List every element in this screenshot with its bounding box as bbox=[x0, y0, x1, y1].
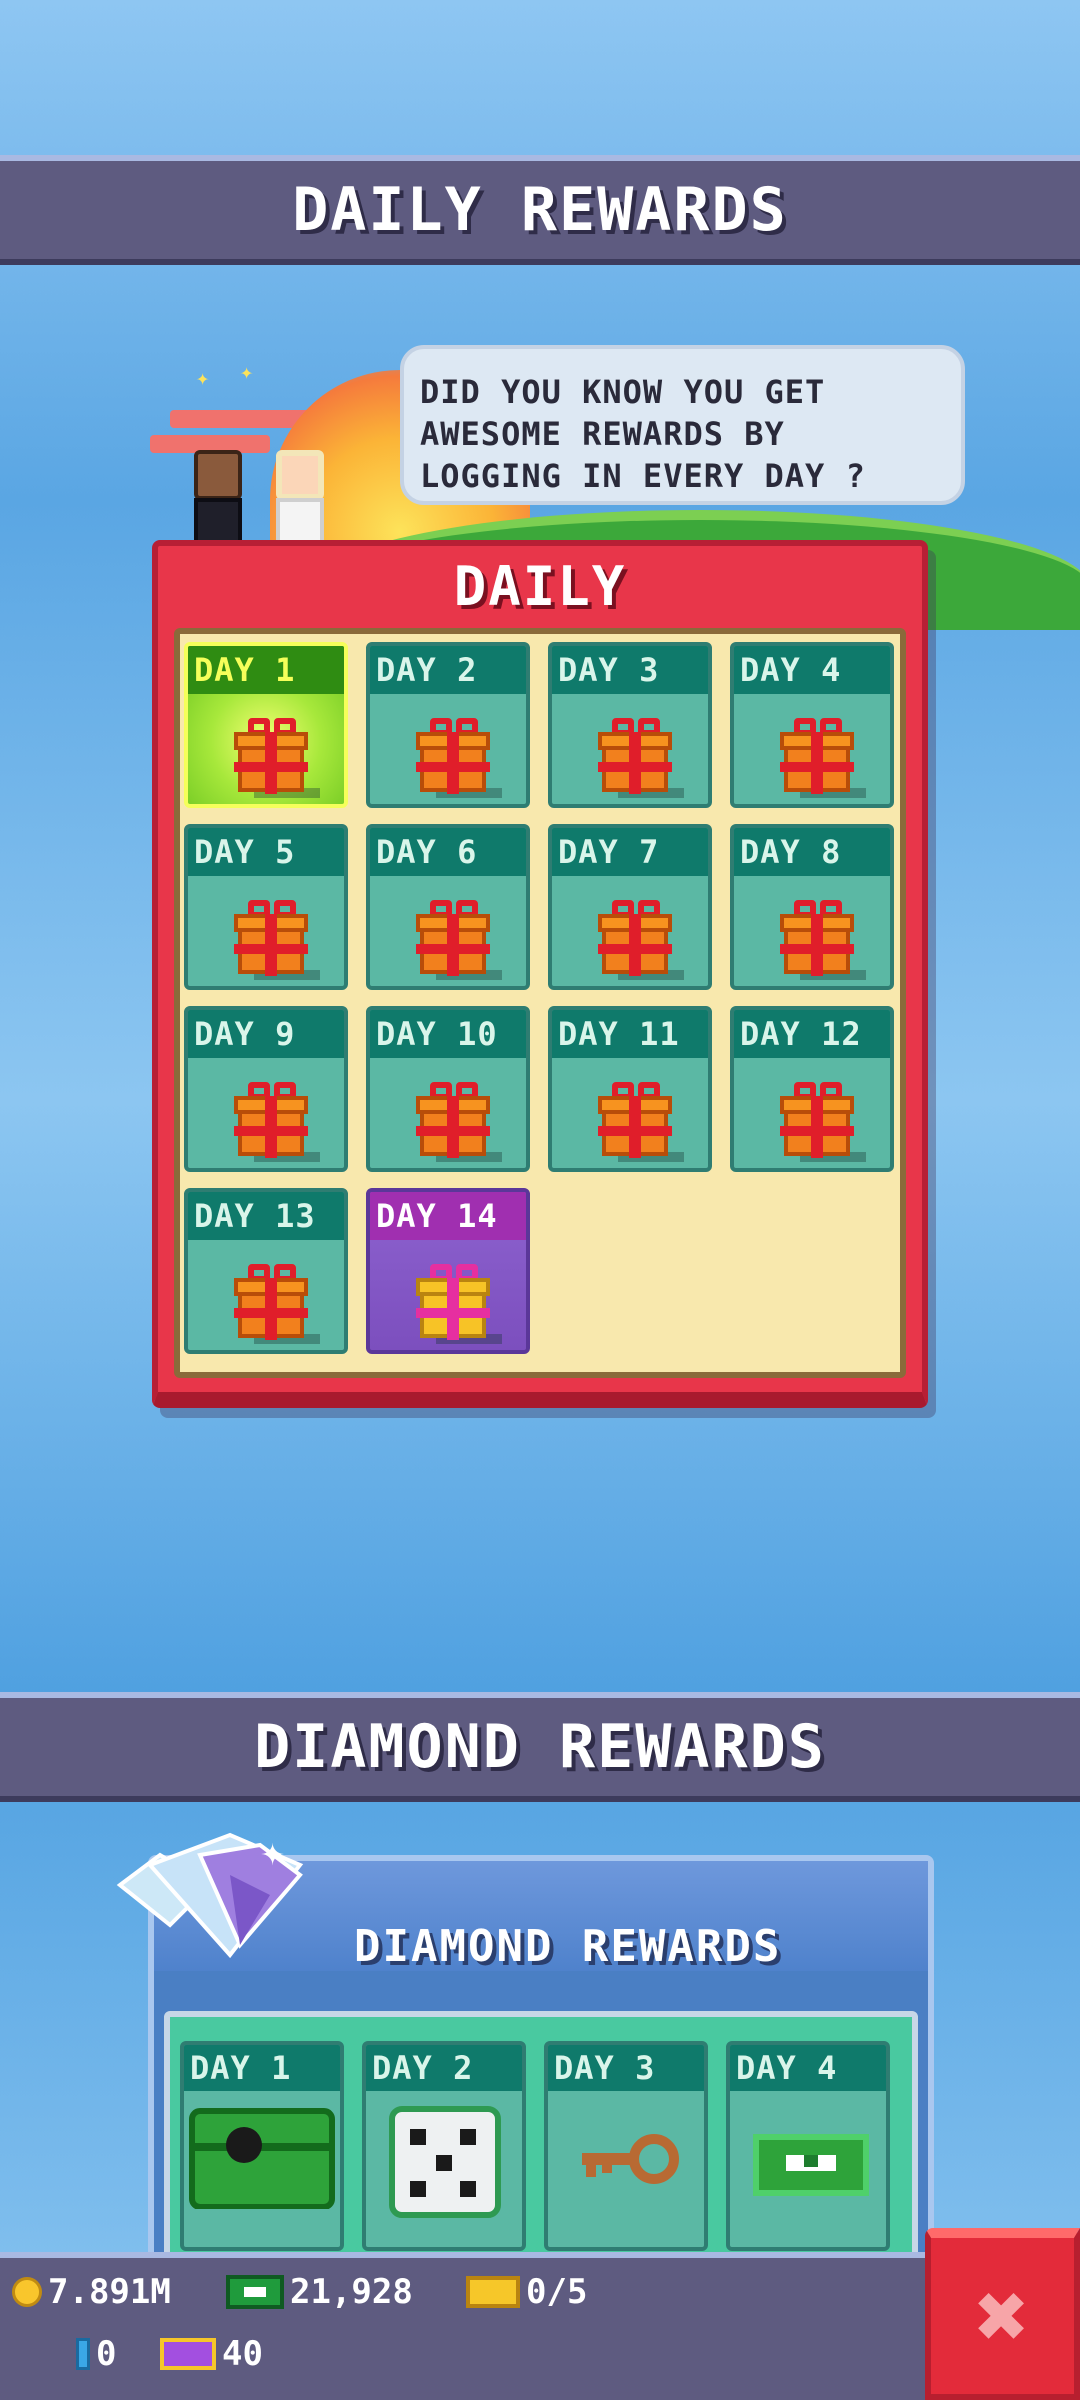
coins-value: 7.891M bbox=[48, 2272, 171, 2312]
tip-line: AWESOME REWARDS BY bbox=[420, 415, 785, 453]
gift-icon bbox=[416, 718, 502, 798]
gift-icon bbox=[598, 718, 684, 798]
diamond-day-cell-4[interactable]: DAY 4 bbox=[726, 2041, 890, 2251]
gift-icon bbox=[780, 718, 866, 798]
energy-icon bbox=[76, 2338, 90, 2370]
daily-rewards-grid: DAY 1 DAY 2 DAY 3 DAY 4 DAY 5 DAY 6 DAY … bbox=[174, 628, 906, 1378]
sparkle-icon: ✦ bbox=[240, 360, 254, 385]
day-label: DAY 2 bbox=[366, 2045, 522, 2091]
day-cell-12[interactable]: DAY 12 bbox=[730, 1006, 894, 1172]
gift-icon bbox=[234, 1082, 320, 1162]
tickets-stat: 0/5 bbox=[466, 2272, 587, 2312]
sparkle-icon: ✦ bbox=[196, 366, 210, 391]
chest-icon bbox=[189, 2108, 335, 2209]
day-label: DAY 1 bbox=[184, 2045, 340, 2091]
ticket-icon bbox=[466, 2276, 520, 2308]
gift-icon bbox=[234, 900, 320, 980]
daily-rewards-panel: DAILY DAY 1 DAY 2 DAY 3 DAY 4 DAY 5 DAY … bbox=[152, 540, 928, 1408]
coin-icon bbox=[12, 2277, 42, 2307]
day-cell-3[interactable]: DAY 3 bbox=[548, 642, 712, 808]
gift-icon bbox=[598, 1082, 684, 1162]
day-label: DAY 3 bbox=[548, 2045, 704, 2091]
daily-panel-title: DAILY bbox=[453, 554, 627, 618]
day-cell-5[interactable]: DAY 5 bbox=[184, 824, 348, 990]
day-label: DAY 8 bbox=[734, 828, 890, 876]
day-label: DAY 5 bbox=[188, 828, 344, 876]
bride-character bbox=[270, 450, 330, 550]
day-label: DAY 14 bbox=[370, 1192, 526, 1240]
tip-speech-bubble: DID YOU KNOW YOU GET AWESOME REWARDS BY … bbox=[400, 345, 965, 505]
diamond-rewards-title: DIAMOND REWARDS bbox=[254, 1712, 826, 1782]
currency-bar: 7.891M 21,928 0/5 0 40 bbox=[0, 2252, 925, 2400]
day-cell-9[interactable]: DAY 9 bbox=[184, 1006, 348, 1172]
dice-icon bbox=[389, 2106, 501, 2218]
day-cell-13[interactable]: DAY 13 bbox=[184, 1188, 348, 1354]
diamond-day-cell-2[interactable]: DAY 2 bbox=[362, 2041, 526, 2251]
premium-ticket-icon bbox=[160, 2338, 216, 2370]
day-label: DAY 3 bbox=[552, 646, 708, 694]
diamond-panel-title: DIAMOND REWARDS bbox=[354, 1921, 782, 1972]
close-icon: ✖ bbox=[975, 2263, 1030, 2369]
day-cell-11[interactable]: DAY 11 bbox=[548, 1006, 712, 1172]
day-label: DAY 11 bbox=[552, 1010, 708, 1058]
day-cell-2[interactable]: DAY 2 bbox=[366, 642, 530, 808]
energy-stat: 0 bbox=[76, 2334, 116, 2374]
day-cell-10[interactable]: DAY 10 bbox=[366, 1006, 530, 1172]
day-label: DAY 12 bbox=[734, 1010, 890, 1058]
tip-line: LOGGING IN EVERY DAY ? bbox=[420, 457, 866, 495]
day-label: DAY 10 bbox=[370, 1010, 526, 1058]
key-icon bbox=[582, 2134, 679, 2184]
day-cell-14[interactable]: DAY 14 bbox=[366, 1188, 530, 1354]
day-label: DAY 13 bbox=[188, 1192, 344, 1240]
gift-icon bbox=[780, 1082, 866, 1162]
day-label: DAY 4 bbox=[730, 2045, 886, 2091]
diamond-rewards-header: DIAMOND REWARDS bbox=[0, 1692, 1080, 1802]
groom-character bbox=[188, 450, 248, 550]
special-gift-icon bbox=[416, 1264, 502, 1344]
tickets-value: 0/5 bbox=[526, 2272, 588, 2312]
diamond-rewards-grid: DAY 1 DAY 2 DAY 3 DAY 4 bbox=[164, 2011, 918, 2281]
daily-rewards-title: DAILY REWARDS bbox=[292, 175, 788, 245]
day-cell-6[interactable]: DAY 6 bbox=[366, 824, 530, 990]
day-label: DAY 2 bbox=[370, 646, 526, 694]
gift-icon bbox=[598, 900, 684, 980]
day-cell-4[interactable]: DAY 4 bbox=[730, 642, 894, 808]
diamond-gem-icon: ✦ bbox=[116, 1832, 304, 1959]
premium-stat: 40 bbox=[160, 2334, 263, 2374]
gift-icon bbox=[416, 900, 502, 980]
day-cell-1[interactable]: DAY 1 bbox=[184, 642, 348, 808]
diamond-day-cell-1[interactable]: DAY 1 bbox=[180, 2041, 344, 2251]
close-button[interactable]: ✖ bbox=[925, 2228, 1080, 2400]
gift-icon bbox=[416, 1082, 502, 1162]
tip-line: DID YOU KNOW YOU GET bbox=[420, 373, 826, 411]
daily-rewards-header: DAILY REWARDS bbox=[0, 155, 1080, 265]
day-cell-7[interactable]: DAY 7 bbox=[548, 824, 712, 990]
day-cell-8[interactable]: DAY 8 bbox=[730, 824, 894, 990]
cash-stat: 21,928 bbox=[226, 2272, 413, 2312]
day-label: DAY 4 bbox=[734, 646, 890, 694]
cash-value: 21,928 bbox=[290, 2272, 413, 2312]
gift-icon bbox=[780, 900, 866, 980]
gift-icon bbox=[234, 1264, 320, 1344]
gift-icon bbox=[234, 718, 320, 798]
svg-text:✦: ✦ bbox=[260, 1838, 285, 1873]
day-label: DAY 6 bbox=[370, 828, 526, 876]
day-label: DAY 7 bbox=[552, 828, 708, 876]
day-label: DAY 1 bbox=[188, 646, 344, 694]
cash-icon bbox=[226, 2275, 284, 2309]
day-label: DAY 9 bbox=[188, 1010, 344, 1058]
diamond-day-cell-3[interactable]: DAY 3 bbox=[544, 2041, 708, 2251]
premium-value: 40 bbox=[222, 2334, 263, 2374]
coins-stat: 7.891M bbox=[12, 2272, 171, 2312]
energy-value: 0 bbox=[96, 2334, 117, 2374]
cash-icon bbox=[753, 2134, 869, 2196]
